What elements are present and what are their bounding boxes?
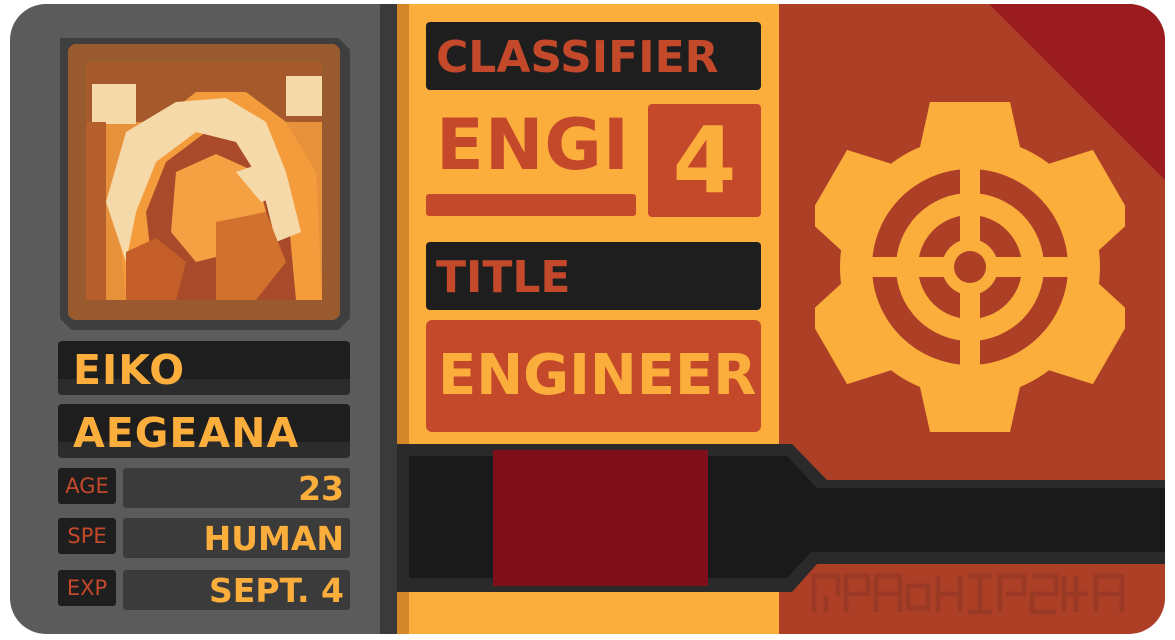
age-label: AGE [58, 468, 116, 504]
expiry-label: EXP [58, 570, 116, 606]
species-value: HUMAN [123, 518, 350, 558]
gear-crosshair-icon [815, 102, 1125, 432]
last-name-bar: AEGEANA [58, 404, 350, 458]
title-value: ENGINEER [438, 343, 757, 408]
portrait-image [86, 62, 322, 300]
first-name-bar: EIKO [58, 341, 350, 395]
glyph-strip [811, 573, 1125, 615]
title-value-box: ENGINEER [426, 320, 761, 432]
species-label: SPE [58, 518, 116, 554]
expiry-value: SEPT. 4 [123, 570, 350, 610]
id-card: EIKO AEGEANA AGE 23 SPE HUMAN EXP SEPT. … [10, 4, 1165, 634]
classifier-underline [426, 194, 636, 216]
title-label: TITLE [436, 252, 571, 303]
last-name: AEGEANA [73, 409, 300, 457]
first-name: EIKO [73, 346, 186, 394]
portrait-frame [60, 38, 350, 330]
classifier-code: ENGI [436, 104, 630, 186]
classifier-number: 4 [648, 104, 761, 217]
left-panel: EIKO AEGEANA AGE 23 SPE HUMAN EXP SEPT. … [10, 4, 397, 634]
classifier-label: CLASSIFIER [436, 32, 719, 83]
age-value: 23 [123, 468, 350, 508]
left-panel-edge [380, 4, 397, 634]
classifier-label-bar: CLASSIFIER [426, 22, 761, 90]
title-label-bar: TITLE [426, 242, 761, 310]
portrait-border [68, 44, 340, 320]
